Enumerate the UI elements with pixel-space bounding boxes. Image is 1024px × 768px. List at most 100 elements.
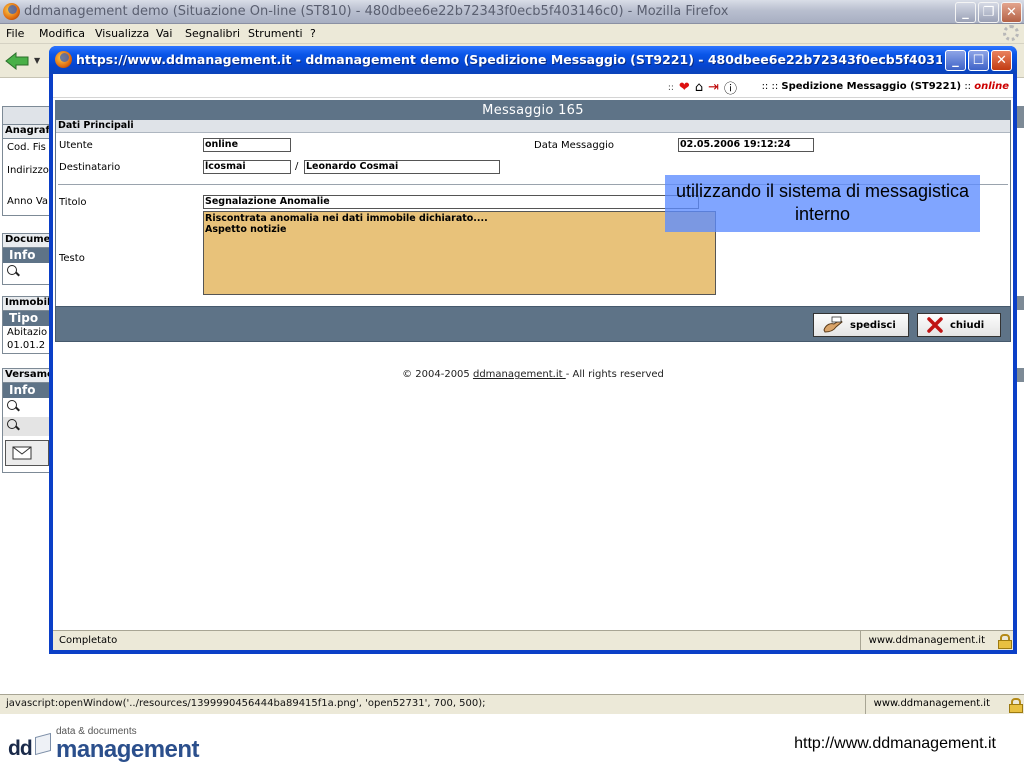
annotation-callout: utilizzando il sistema di messagistica i… (665, 175, 980, 232)
bg-panel-header: Documenti (3, 234, 51, 248)
lock-icon[interactable] (1008, 698, 1023, 713)
popup-maximize-button[interactable]: ☐ (968, 50, 989, 71)
outer-status-bar: javascript:openWindow('../resources/1399… (0, 694, 1024, 714)
bg-panel-header: Versamenti (3, 369, 51, 383)
data-messaggio-label: Data Messaggio (534, 140, 614, 151)
outer-status-text: javascript:openWindow('../resources/1399… (6, 698, 486, 709)
bg-panel-documenti: Documenti Info (2, 233, 52, 285)
breadcrumb-state: online (974, 81, 1009, 92)
menu-file[interactable]: File (6, 27, 24, 40)
popup-minimize-button[interactable]: _ (945, 50, 966, 71)
exit-icon[interactable]: ⇥ (708, 80, 719, 95)
bg-row: Cod. Fis (7, 142, 46, 153)
bg-panel-immobili: Immobili Tipo Abitazio 01.01.2 (2, 296, 52, 354)
destinatario-code-field[interactable]: lcosmai (203, 160, 291, 174)
copyright-link[interactable]: ddmanagement.it (473, 369, 566, 380)
magnifier-icon[interactable] (7, 265, 20, 277)
bg-panel-blue-header: Tipo (3, 311, 51, 326)
popup-title-bar[interactable]: https://www.ddmanagement.it - ddmanageme… (49, 46, 1017, 74)
logo-box-icon (35, 732, 51, 756)
close-x-icon (927, 317, 943, 333)
bg-panel-versamenti: Versamenti Info (2, 368, 52, 473)
data-messaggio-field[interactable]: 02.05.2006 19:12:24 (678, 138, 814, 152)
slide-footer: dd data & documents management http://ww… (0, 714, 1024, 768)
destinatario-label: Destinatario (59, 162, 121, 173)
testo-label: Testo (59, 253, 85, 264)
ddmanagement-logo: dd data & documents management (8, 722, 208, 763)
close-form-button-label: chiudi (950, 319, 985, 331)
popup-window-title: https://www.ddmanagement.it - ddmanageme… (76, 52, 942, 67)
header-icons: :: ❤ ⌂ ⇥ ⓘ (667, 78, 737, 97)
bg-row: Abitazio (7, 327, 48, 338)
bg-panel-blue-header: Info (3, 383, 51, 398)
logo-wordmark: management (56, 736, 200, 763)
minimize-button[interactable]: _ (955, 2, 976, 23)
lock-icon[interactable] (997, 634, 1012, 649)
menu-visualizza[interactable]: Visualizza (95, 27, 149, 40)
send-button[interactable]: spedisci (813, 313, 909, 337)
restore-button[interactable]: ❐ (978, 2, 999, 23)
bg-panel-anagrafica: Anagrafica Cod. Fis Indirizzo Anno Va (2, 106, 52, 216)
action-bar: spedisci chiudi (55, 306, 1011, 342)
envelope-icon (12, 446, 32, 460)
firefox-icon (55, 51, 72, 68)
bg-row: 01.01.2 (7, 340, 46, 351)
magnifier-icon[interactable] (7, 400, 20, 412)
utente-label: Utente (59, 140, 93, 151)
destinatario-name-field[interactable]: Leonardo Cosmai (304, 160, 500, 174)
destinatario-separator: / (295, 161, 299, 172)
bg-row: Anno Va (7, 196, 49, 207)
popup-status-host: www.ddmanagement.it (859, 631, 1009, 650)
back-dropdown-icon[interactable]: ▼ (34, 56, 40, 65)
menu-modifica[interactable]: Modifica (39, 27, 85, 40)
popup-close-button[interactable]: ✕ (991, 50, 1012, 71)
menu-strumenti[interactable]: Strumenti (248, 27, 303, 40)
close-form-button[interactable]: chiudi (917, 313, 1001, 337)
section-header: Dati Principali (56, 120, 1010, 133)
footer-url: http://www.ddmanagement.it (794, 735, 996, 752)
bg-panel-header: Anagrafica (3, 125, 51, 139)
outer-window-title: ddmanagement demo (Situazione On-line (S… (24, 4, 729, 19)
menu-segnalibri[interactable]: Segnalibri (185, 27, 240, 40)
titolo-field[interactable]: Segnalazione Anomalie (203, 195, 699, 209)
menu-vai[interactable]: Vai (156, 27, 172, 40)
breadcrumb: :: :: Spedizione Messaggio (ST9221) :: o… (762, 81, 1009, 92)
popup-content: :: ❤ ⌂ ⇥ ⓘ :: :: Spedizione Messaggio (S… (53, 74, 1013, 650)
bg-panel-header: Immobili (3, 297, 51, 311)
firefox-icon (3, 3, 20, 20)
bg-right-edge (1016, 368, 1024, 382)
bg-right-edge (1016, 296, 1024, 310)
breadcrumb-prefix: :: :: (761, 81, 779, 92)
message-title: Messaggio 165 (56, 101, 1010, 120)
heart-icon[interactable]: ❤ (679, 80, 690, 95)
home-icon[interactable]: ⌂ (695, 80, 703, 95)
copyright-prefix: © 2004-2005 (402, 369, 473, 380)
close-button[interactable]: ✕ (1001, 2, 1022, 23)
popup-window: https://www.ddmanagement.it - ddmanageme… (49, 46, 1017, 654)
popup-status-bar: Completato www.ddmanagement.it (53, 630, 1013, 650)
bg-right-edge (1016, 106, 1024, 128)
utente-field[interactable]: online (203, 138, 291, 152)
outer-status-host: www.ddmanagement.it (864, 695, 1018, 714)
breadcrumb-page: Spedizione Messaggio (ST9221) (781, 81, 962, 92)
bg-panel-blue-header: Info (3, 248, 51, 263)
copyright-suffix: - All rights reserved (565, 369, 664, 380)
testo-textarea[interactable]: Riscontrata anomalia nei dati immobile d… (203, 211, 716, 295)
outer-title-bar[interactable]: ddmanagement demo (Situazione On-line (S… (0, 0, 1024, 24)
bg-row: Indirizzo (7, 165, 49, 176)
copyright-line: © 2004-2005 ddmanagement.it - All rights… (53, 369, 1013, 380)
send-button-label: spedisci (850, 319, 896, 331)
menu-help[interactable]: ? (310, 27, 316, 40)
help-icon[interactable]: ⓘ (724, 78, 737, 97)
envelope-button[interactable] (5, 440, 49, 466)
menu-bar: File Modifica Visualizza Vai Segnalibri … (0, 24, 1024, 44)
logo-dd: dd (8, 737, 33, 760)
magnifier-icon[interactable] (7, 419, 20, 431)
throbber-icon (1003, 25, 1019, 41)
breadcrumb-bar: :: ❤ ⌂ ⇥ ⓘ :: :: Spedizione Messaggio (S… (53, 74, 1013, 98)
send-hand-icon (823, 316, 843, 333)
back-arrow-icon[interactable] (4, 51, 30, 71)
breadcrumb-sep: :: (964, 81, 972, 92)
popup-status-text: Completato (59, 635, 118, 646)
titolo-label: Titolo (59, 197, 87, 208)
